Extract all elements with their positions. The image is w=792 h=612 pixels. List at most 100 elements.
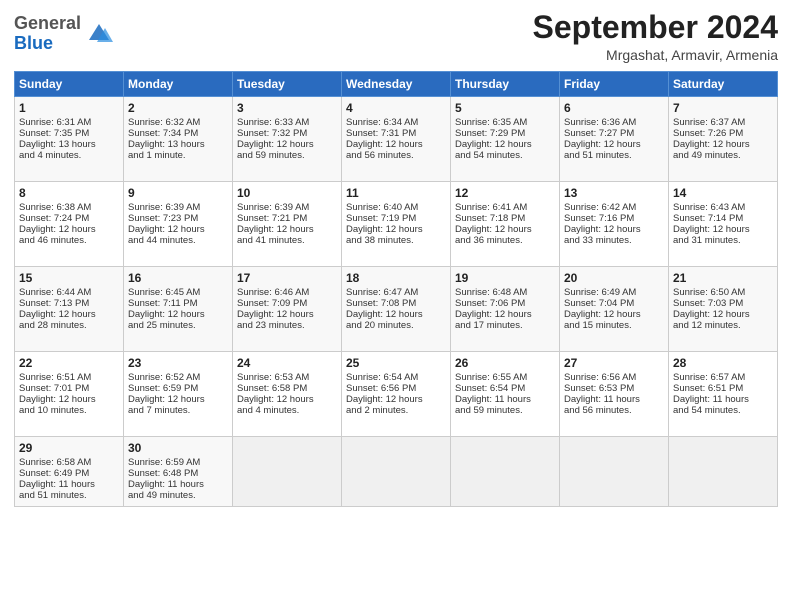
day-info-line: Sunrise: 6:44 AM xyxy=(19,287,119,298)
day-number: 26 xyxy=(455,356,555,370)
calendar-cell: 26Sunrise: 6:55 AMSunset: 6:54 PMDayligh… xyxy=(451,352,560,437)
day-info-line: Sunrise: 6:31 AM xyxy=(19,117,119,128)
day-info-line: Sunset: 6:58 PM xyxy=(237,383,337,394)
day-info-line: Sunrise: 6:42 AM xyxy=(564,202,664,213)
day-number: 3 xyxy=(237,101,337,115)
day-number: 5 xyxy=(455,101,555,115)
day-info-line: Daylight: 13 hours xyxy=(19,139,119,150)
day-info-line: Sunrise: 6:49 AM xyxy=(564,287,664,298)
calendar-cell xyxy=(560,437,669,507)
day-info-line: Sunrise: 6:55 AM xyxy=(455,372,555,383)
day-number: 27 xyxy=(564,356,664,370)
day-info-line: Sunrise: 6:32 AM xyxy=(128,117,228,128)
day-info-line: Daylight: 12 hours xyxy=(346,224,446,235)
day-number: 21 xyxy=(673,271,773,285)
calendar-cell: 24Sunrise: 6:53 AMSunset: 6:58 PMDayligh… xyxy=(233,352,342,437)
calendar-cell: 3Sunrise: 6:33 AMSunset: 7:32 PMDaylight… xyxy=(233,97,342,182)
calendar-header-wednesday: Wednesday xyxy=(342,72,451,97)
day-info-line: and 44 minutes. xyxy=(128,235,228,246)
day-info-line: and 10 minutes. xyxy=(19,405,119,416)
day-info-line: Sunrise: 6:34 AM xyxy=(346,117,446,128)
day-info-line: Daylight: 12 hours xyxy=(673,139,773,150)
day-info-line: Sunrise: 6:39 AM xyxy=(237,202,337,213)
day-info-line: and 20 minutes. xyxy=(346,320,446,331)
day-info-line: Daylight: 12 hours xyxy=(455,309,555,320)
day-info-line: and 56 minutes. xyxy=(346,150,446,161)
day-number: 20 xyxy=(564,271,664,285)
day-number: 15 xyxy=(19,271,119,285)
day-info-line: and 17 minutes. xyxy=(455,320,555,331)
calendar-cell: 27Sunrise: 6:56 AMSunset: 6:53 PMDayligh… xyxy=(560,352,669,437)
calendar-header-sunday: Sunday xyxy=(15,72,124,97)
day-info-line: and 25 minutes. xyxy=(128,320,228,331)
day-info-line: Sunset: 7:29 PM xyxy=(455,128,555,139)
day-info-line: Sunrise: 6:57 AM xyxy=(673,372,773,383)
day-number: 30 xyxy=(128,441,228,455)
calendar-cell: 5Sunrise: 6:35 AMSunset: 7:29 PMDaylight… xyxy=(451,97,560,182)
day-info-line: Sunrise: 6:48 AM xyxy=(455,287,555,298)
calendar-cell: 1Sunrise: 6:31 AMSunset: 7:35 PMDaylight… xyxy=(15,97,124,182)
day-info-line: Sunrise: 6:35 AM xyxy=(455,117,555,128)
day-number: 18 xyxy=(346,271,446,285)
calendar-cell: 25Sunrise: 6:54 AMSunset: 6:56 PMDayligh… xyxy=(342,352,451,437)
day-info-line: Sunrise: 6:52 AM xyxy=(128,372,228,383)
day-info-line: Sunset: 6:53 PM xyxy=(564,383,664,394)
calendar-header-saturday: Saturday xyxy=(669,72,778,97)
day-info-line: Sunset: 7:18 PM xyxy=(455,213,555,224)
day-info-line: and 23 minutes. xyxy=(237,320,337,331)
calendar-header-thursday: Thursday xyxy=(451,72,560,97)
day-number: 12 xyxy=(455,186,555,200)
day-info-line: and 36 minutes. xyxy=(455,235,555,246)
title-block: September 2024 Mrgashat, Armavir, Armeni… xyxy=(533,10,778,63)
day-info-line: Daylight: 12 hours xyxy=(19,394,119,405)
day-info-line: Sunset: 7:26 PM xyxy=(673,128,773,139)
day-number: 17 xyxy=(237,271,337,285)
day-info-line: Daylight: 12 hours xyxy=(19,224,119,235)
day-info-line: Sunrise: 6:39 AM xyxy=(128,202,228,213)
day-info-line: Sunrise: 6:58 AM xyxy=(19,457,119,468)
calendar-cell: 21Sunrise: 6:50 AMSunset: 7:03 PMDayligh… xyxy=(669,267,778,352)
day-info-line: Sunrise: 6:51 AM xyxy=(19,372,119,383)
calendar-cell: 29Sunrise: 6:58 AMSunset: 6:49 PMDayligh… xyxy=(15,437,124,507)
calendar-cell xyxy=(233,437,342,507)
calendar-cell: 7Sunrise: 6:37 AMSunset: 7:26 PMDaylight… xyxy=(669,97,778,182)
day-info-line: Daylight: 12 hours xyxy=(128,309,228,320)
day-info-line: and 4 minutes. xyxy=(19,150,119,161)
day-info-line: and 54 minutes. xyxy=(673,405,773,416)
day-info-line: Daylight: 12 hours xyxy=(346,139,446,150)
day-info-line: Sunset: 6:49 PM xyxy=(19,468,119,479)
day-info-line: Sunrise: 6:59 AM xyxy=(128,457,228,468)
day-number: 22 xyxy=(19,356,119,370)
calendar-cell: 16Sunrise: 6:45 AMSunset: 7:11 PMDayligh… xyxy=(124,267,233,352)
day-info-line: Daylight: 12 hours xyxy=(19,309,119,320)
day-info-line: and 59 minutes. xyxy=(455,405,555,416)
day-info-line: Daylight: 12 hours xyxy=(237,394,337,405)
day-info-line: Sunrise: 6:37 AM xyxy=(673,117,773,128)
day-info-line: Sunset: 7:21 PM xyxy=(237,213,337,224)
day-info-line: Sunset: 6:56 PM xyxy=(346,383,446,394)
day-info-line: Daylight: 12 hours xyxy=(564,309,664,320)
calendar-cell: 17Sunrise: 6:46 AMSunset: 7:09 PMDayligh… xyxy=(233,267,342,352)
day-info-line: Sunrise: 6:38 AM xyxy=(19,202,119,213)
calendar-cell: 8Sunrise: 6:38 AMSunset: 7:24 PMDaylight… xyxy=(15,182,124,267)
calendar-header-monday: Monday xyxy=(124,72,233,97)
day-info-line: and 1 minute. xyxy=(128,150,228,161)
day-info-line: Sunset: 7:04 PM xyxy=(564,298,664,309)
day-info-line: Sunset: 7:32 PM xyxy=(237,128,337,139)
calendar-cell: 30Sunrise: 6:59 AMSunset: 6:48 PMDayligh… xyxy=(124,437,233,507)
day-info-line: Sunset: 7:01 PM xyxy=(19,383,119,394)
calendar-cell xyxy=(451,437,560,507)
day-info-line: Daylight: 12 hours xyxy=(237,224,337,235)
day-number: 23 xyxy=(128,356,228,370)
day-info-line: and 12 minutes. xyxy=(673,320,773,331)
day-info-line: Daylight: 12 hours xyxy=(673,224,773,235)
calendar-cell: 11Sunrise: 6:40 AMSunset: 7:19 PMDayligh… xyxy=(342,182,451,267)
day-info-line: Sunset: 6:51 PM xyxy=(673,383,773,394)
day-info-line: Sunset: 7:13 PM xyxy=(19,298,119,309)
calendar-cell: 12Sunrise: 6:41 AMSunset: 7:18 PMDayligh… xyxy=(451,182,560,267)
day-info-line: Sunrise: 6:53 AM xyxy=(237,372,337,383)
day-info-line: Sunrise: 6:36 AM xyxy=(564,117,664,128)
day-info-line: and 49 minutes. xyxy=(128,490,228,501)
day-number: 8 xyxy=(19,186,119,200)
day-info-line: Sunset: 7:19 PM xyxy=(346,213,446,224)
